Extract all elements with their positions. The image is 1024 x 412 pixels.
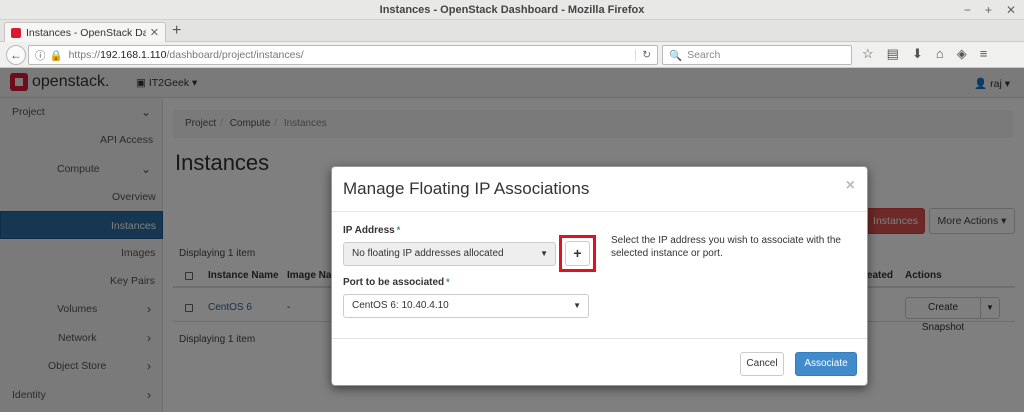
maximize-icon[interactable]: + [985,0,992,20]
info-icon[interactable]: ⓘ [35,48,46,63]
cancel-button[interactable]: Cancel [740,352,784,376]
close-icon[interactable]: × [846,177,855,195]
caret-down-icon: ▼ [573,301,581,310]
port-select[interactable]: CentOS 6: 10.40.4.10 ▼ [343,294,589,318]
window-titlebar: Instances - OpenStack Dashboard - Mozill… [0,0,1024,20]
url-bar[interactable]: ⓘ 🔒 https://192.168.1.110/dashboard/proj… [28,45,658,65]
modal-header: Manage Floating IP Associations × [332,167,867,212]
port-label: Port to be associated * [343,277,450,288]
allocate-ip-button[interactable]: + [565,241,590,266]
download-icon[interactable]: ⬇ [912,46,923,62]
home-icon[interactable]: ⌂ [936,46,944,62]
caret-down-icon: ▼ [540,249,548,258]
pocket-icon[interactable]: ◈ [957,46,967,62]
window-controls: − + ✕ [964,0,1016,20]
bookmark-star-icon[interactable]: ☆ [862,46,874,62]
new-tab-icon[interactable]: + [172,22,181,40]
help-text: Select the IP address you wish to associ… [611,235,841,259]
back-button[interactable]: ← [6,45,26,65]
search-bar[interactable]: 🔍 Search [662,45,852,65]
highlight-box: + [559,235,596,272]
warning-lock-icon[interactable]: 🔒 [50,49,63,62]
navigation-bar: ← ⓘ 🔒 https://192.168.1.110/dashboard/pr… [0,42,1024,68]
tab-title: Instances - OpenStack Dash [26,26,146,39]
url-host: 192.168.1.110 [100,49,167,61]
ip-address-select[interactable]: No floating IP addresses allocated ▼ [343,242,556,266]
minimize-icon[interactable]: − [964,0,971,20]
reload-icon[interactable]: ↻ [635,49,651,61]
menu-icon[interactable]: ≡ [980,46,988,62]
toolbar-icons: ☆ ▤ ⬇ ⌂ ◈ ≡ [862,46,987,62]
required-marker: * [446,277,450,287]
url-prefix: https:// [68,49,101,61]
close-tab-icon[interactable]: ✕ [150,26,159,39]
required-marker: * [396,225,401,235]
search-icon: 🔍 [669,49,683,62]
browser-tab[interactable]: Instances - OpenStack Dash ✕ [4,22,166,42]
tab-bar: Instances - OpenStack Dash ✕ + [0,20,1024,42]
manage-floating-ip-modal: Manage Floating IP Associations × IP Add… [331,166,868,386]
ip-address-label: IP Address * [343,225,401,236]
associate-button[interactable]: Associate [795,352,857,376]
window-title: Instances - OpenStack Dashboard - Mozill… [379,4,645,16]
back-arrow-icon: ← [10,48,22,62]
close-window-icon[interactable]: ✕ [1006,0,1016,20]
modal-footer: Cancel Associate [332,338,867,386]
modal-title: Manage Floating IP Associations [343,179,590,198]
url-path: /dashboard/project/instances/ [166,49,304,61]
openstack-favicon-icon [11,27,21,38]
reading-list-icon[interactable]: ▤ [887,46,899,62]
search-placeholder: Search [687,49,721,61]
